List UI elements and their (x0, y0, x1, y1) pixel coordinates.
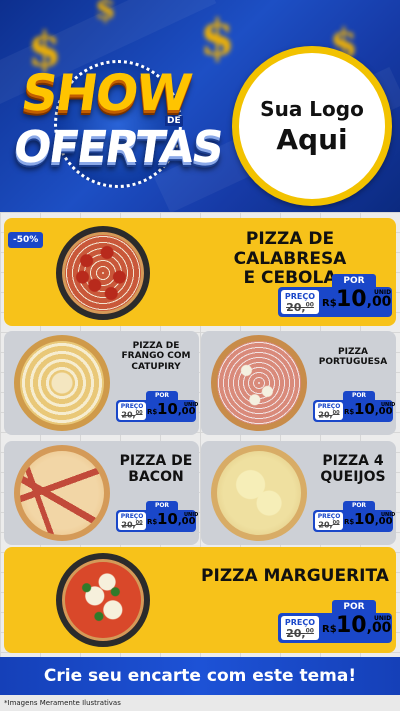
discount-badge: -50% (8, 232, 44, 248)
unid-label: UNID (374, 615, 392, 622)
unid-label: UNID (381, 512, 396, 518)
old-price-box: PREÇO 20,00 (315, 512, 343, 530)
unid-label: UNID (381, 402, 396, 408)
product-name: PIZZA DE BACON (119, 453, 193, 486)
old-price-box: PREÇO 20,00 (281, 616, 319, 640)
logo-line-1: Sua Logo (260, 96, 364, 121)
product-name: PIZZA MARGUERITA (201, 566, 389, 586)
preco-label: PREÇO (317, 513, 341, 520)
ofertas-word: OFERTAS (10, 122, 226, 173)
old-price-box: PREÇO 20,00 (118, 512, 146, 530)
unid-label: UNID (184, 402, 199, 408)
currency-label: R$ (147, 518, 158, 526)
old-price-box: PREÇO 20,00 (315, 402, 343, 420)
product-card-portuguesa: PIZZA PORTUGUESA POR PREÇO 20,00 R$ 10,0… (201, 331, 396, 435)
pizza-frango-image (14, 335, 110, 431)
pizza-marguerita-image (56, 553, 150, 647)
preco-label: PREÇO (284, 618, 316, 627)
por-label: POR (332, 274, 376, 288)
product-card-calabresa: PIZZA DE CALABRESA E CEBOLA POR PREÇO 20… (4, 218, 396, 326)
currency-label: R$ (147, 408, 158, 416)
product-name: PIZZA DE FRANGO COM CATUPIRY (121, 341, 191, 372)
product-card-marguerita: PIZZA MARGUERITA POR PREÇO 20,00 R$ 10,0… (4, 547, 396, 653)
old-price: 20,00 (318, 520, 340, 530)
pizza-portuguesa-image (211, 335, 307, 431)
old-price: 20,00 (318, 410, 340, 420)
old-price: 20,00 (286, 627, 314, 640)
pizza-bacon-image (14, 445, 110, 541)
product-name: PIZZA PORTUGUESA (318, 347, 388, 368)
old-price-box: PREÇO 20,00 (118, 402, 146, 420)
old-price: 20,00 (121, 410, 143, 420)
product-card-4-queijos: PIZZA 4 QUEIJOS POR PREÇO 20,00 R$ 10,00… (201, 441, 396, 545)
pizza-calabresa-image (56, 226, 150, 320)
disclaimer-text: *Imagens Meramente Ilustrativas (0, 695, 400, 711)
store-logo-placeholder: Sua Logo Aqui (232, 46, 392, 206)
preco-label: PREÇO (120, 513, 144, 520)
old-price: 20,00 (286, 301, 314, 314)
cta-banner[interactable]: Crie seu encarte com este tema! (0, 657, 400, 695)
pizza-4-queijos-image (211, 445, 307, 541)
currency-label: R$ (322, 298, 337, 309)
unid-label: UNID (374, 289, 392, 296)
header-banner: $ $ $ $ SHOW DE OFERTAS Sua Logo Aqui (0, 0, 400, 212)
show-de-ofertas-logo: SHOW DE OFERTAS (10, 60, 225, 188)
product-name: PIZZA 4 QUEIJOS (320, 453, 386, 486)
dollar-sign-icon: $ (95, 0, 116, 27)
currency-label: R$ (344, 408, 355, 416)
logo-line-2: Aqui (276, 122, 348, 156)
currency-label: R$ (344, 518, 355, 526)
dollar-sign-icon: $ (200, 8, 235, 67)
preco-label: PREÇO (120, 403, 144, 410)
old-price-box: PREÇO 20,00 (281, 290, 319, 314)
por-label: POR (332, 600, 376, 614)
old-price: 20,00 (121, 520, 143, 530)
currency-label: R$ (322, 624, 337, 635)
preco-label: PREÇO (284, 292, 316, 301)
show-word: SHOW (17, 64, 194, 122)
unid-label: UNID (184, 512, 199, 518)
product-card-frango: PIZZA DE FRANGO COM CATUPIRY POR PREÇO 2… (4, 331, 199, 435)
preco-label: PREÇO (317, 403, 341, 410)
product-card-bacon: PIZZA DE BACON POR PREÇO 20,00 R$ 10,00 … (4, 441, 199, 545)
